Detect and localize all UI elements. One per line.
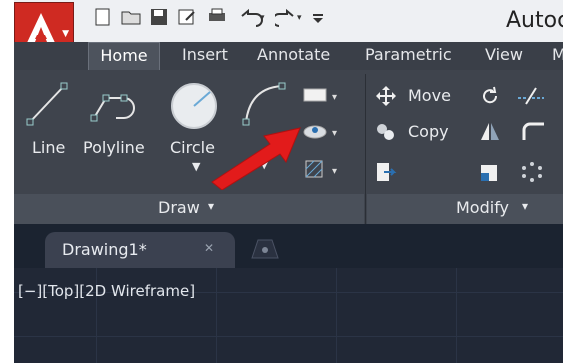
redo-icon[interactable]: ▾ [275, 6, 305, 28]
copy-icon[interactable] [374, 120, 398, 144]
grid-line [216, 268, 217, 363]
line-tool-label[interactable]: Line [32, 138, 65, 157]
new-tab-button[interactable] [250, 236, 280, 260]
svg-text:▾: ▾ [297, 13, 302, 23]
chevron-down-icon[interactable]: ▾ [208, 199, 214, 213]
annotation-arrow-icon [211, 127, 301, 190]
copy-tool-label[interactable]: Copy [408, 122, 449, 141]
new-file-icon[interactable] [92, 6, 114, 28]
chevron-down-icon: ▼ [62, 29, 69, 39]
svg-text:▾: ▾ [332, 92, 337, 103]
draw-panel-title[interactable]: Draw [158, 198, 200, 217]
close-icon[interactable]: ✕ [204, 241, 214, 255]
customize-quick-access-icon[interactable] [310, 6, 326, 28]
mirror-icon[interactable] [478, 120, 502, 144]
stretch-icon[interactable] [374, 160, 398, 184]
move-icon[interactable] [374, 84, 398, 108]
open-folder-icon[interactable] [120, 6, 142, 28]
document-tab-title[interactable]: Drawing1* [62, 240, 147, 259]
tab-annotate[interactable]: Annotate [257, 42, 330, 70]
tab-parametric[interactable]: Parametric [365, 42, 452, 70]
save-as-icon[interactable] [176, 6, 198, 28]
app-title: Autoc [506, 8, 563, 33]
move-tool-label[interactable]: Move [408, 86, 451, 105]
modify-panel-title[interactable]: Modify [456, 198, 509, 217]
undo-icon[interactable]: ▾ [238, 6, 268, 28]
grid-line [336, 268, 337, 363]
rotate-icon[interactable] [478, 84, 502, 108]
tab-home[interactable]: Home [88, 42, 160, 70]
viewport-controls-label[interactable]: [−][Top][2D Wireframe] [18, 282, 195, 300]
array-icon[interactable] [520, 160, 550, 184]
grid-line [0, 336, 563, 337]
left-border [0, 0, 14, 363]
tab-insert[interactable]: Insert [182, 42, 228, 70]
print-icon[interactable] [206, 6, 228, 28]
fillet-icon[interactable] [520, 120, 550, 144]
grid-line [456, 268, 457, 363]
polyline-tool-label[interactable]: Polyline [83, 138, 145, 157]
tab-view[interactable]: View [485, 42, 523, 70]
rectangle-icon[interactable]: ▾ [302, 86, 342, 104]
line-icon[interactable] [22, 78, 72, 130]
trim-icon[interactable] [516, 84, 546, 108]
svg-text:▾: ▾ [332, 166, 337, 177]
panel-divider [365, 74, 366, 224]
tab-more[interactable]: M [552, 42, 563, 70]
svg-text:▾: ▾ [260, 13, 265, 23]
scale-icon[interactable] [478, 160, 502, 184]
save-icon[interactable] [148, 6, 170, 28]
polyline-icon[interactable] [86, 78, 146, 130]
svg-text:▾: ▾ [332, 128, 337, 139]
chevron-down-icon[interactable]: ▾ [522, 199, 528, 213]
